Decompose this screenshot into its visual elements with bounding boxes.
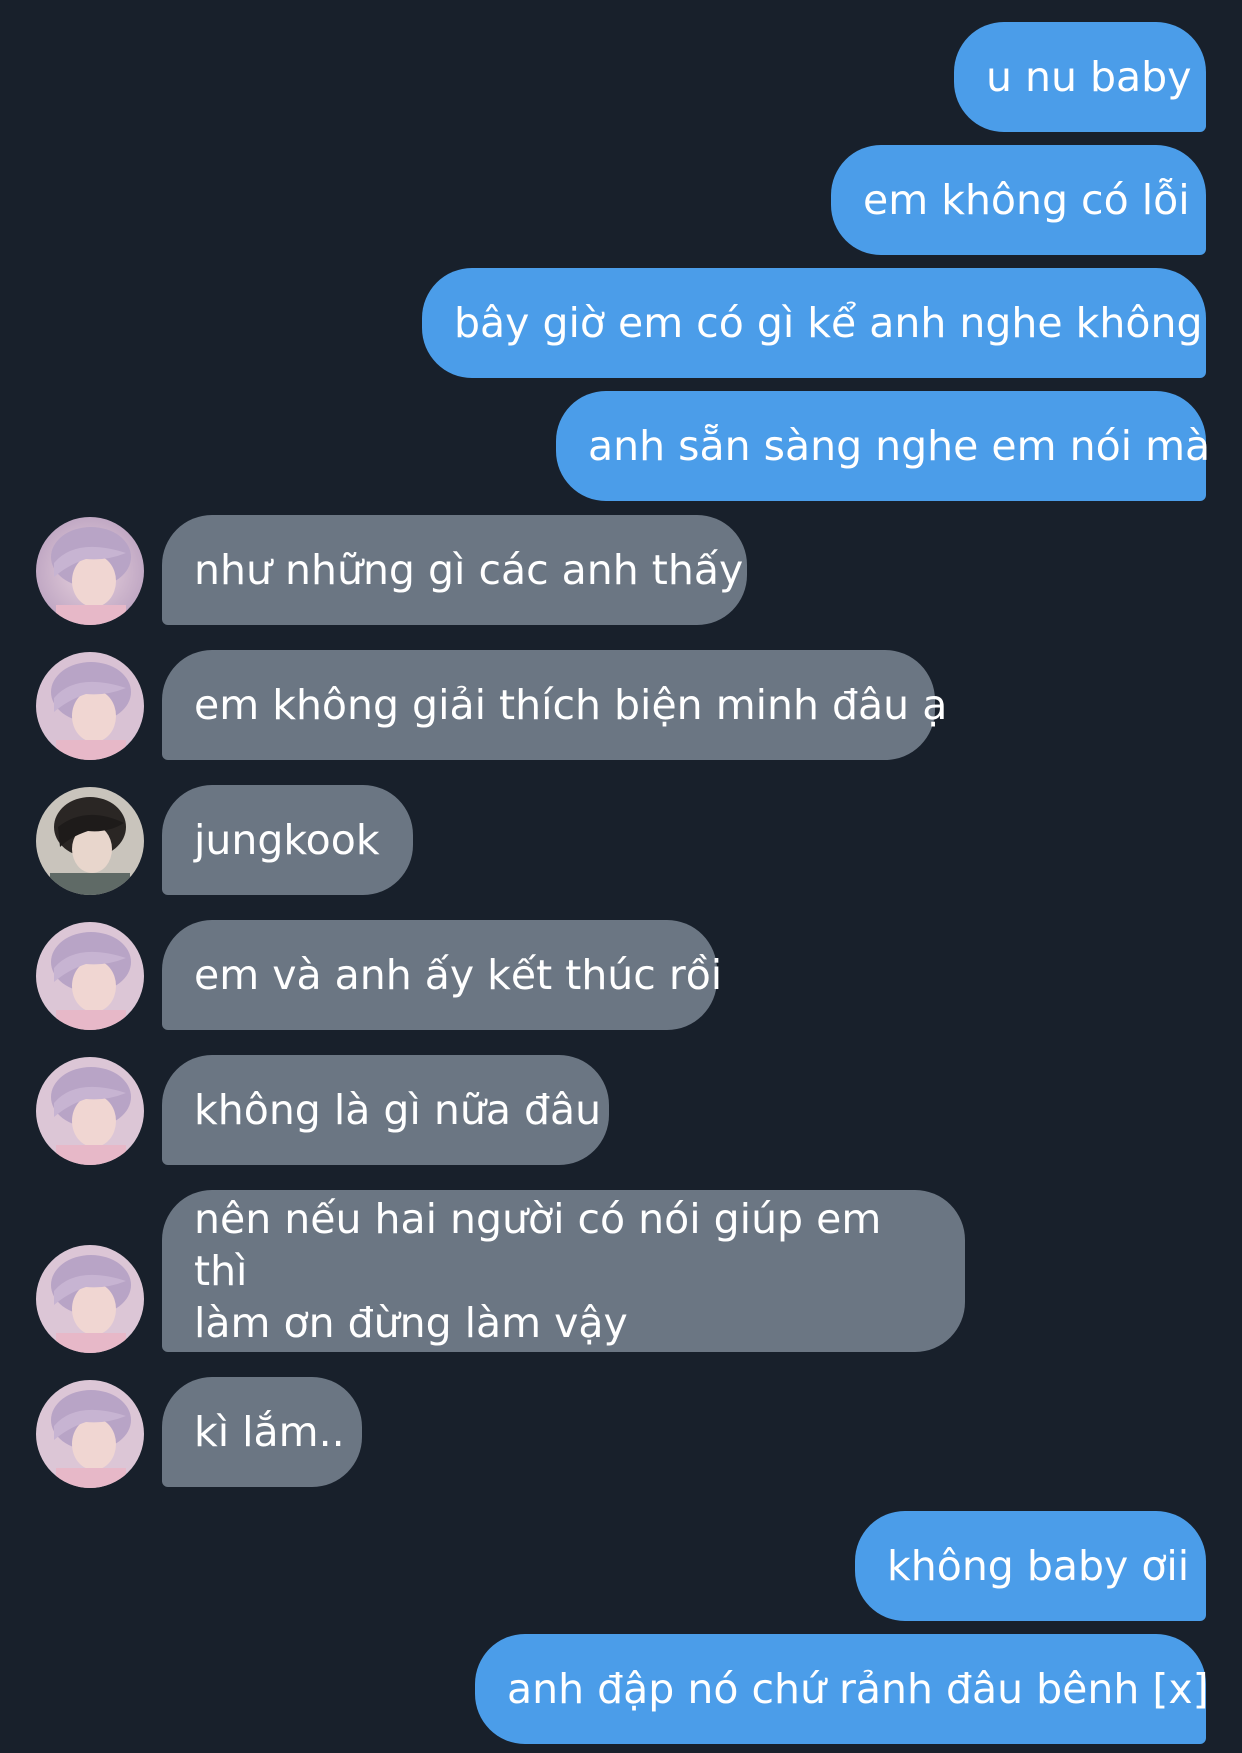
pink-hair-avatar[interactable] <box>36 922 144 1030</box>
incoming-message-bubble[interactable]: nên nếu hai người có nói giúp em thì làm… <box>162 1190 965 1352</box>
outgoing-message-bubble[interactable]: anh sẵn sàng nghe em nói mà <box>556 391 1210 501</box>
outgoing-message-bubble[interactable]: u nu baby <box>954 22 1206 132</box>
message-text: anh sẵn sàng nghe em nói mà <box>588 422 1211 470</box>
incoming-message-bubble[interactable]: kì lắm.. <box>162 1377 362 1487</box>
message-text: như những gì các anh thấy <box>194 546 744 594</box>
outgoing-message-bubble[interactable]: bây giờ em có gì kể anh nghe không <box>422 268 1206 378</box>
message-text: không baby ơii <box>887 1542 1190 1590</box>
chat-thread: u nu baby em không có lỗi bây giờ em có … <box>0 0 1242 1753</box>
pink-hair-avatar[interactable] <box>36 1245 144 1353</box>
message-text: bây giờ em có gì kể anh nghe không <box>454 299 1203 347</box>
message-text-line: nên nếu hai người có nói giúp em thì <box>194 1195 882 1295</box>
incoming-message-bubble[interactable]: jungkook <box>162 785 413 895</box>
outgoing-message-bubble[interactable]: em không có lỗi <box>831 145 1206 255</box>
message-text: em và anh ấy kết thúc rồi <box>194 951 723 999</box>
pink-hair-avatar[interactable] <box>36 517 144 625</box>
pink-hair-avatar[interactable] <box>36 652 144 760</box>
message-text: không là gì nữa đâu <box>194 1086 602 1134</box>
incoming-message-bubble[interactable]: em không giải thích biện minh đâu ạ <box>162 650 947 760</box>
outgoing-message-bubble[interactable]: không baby ơii <box>855 1511 1206 1621</box>
incoming-message-bubble[interactable]: như những gì các anh thấy <box>162 515 747 625</box>
message-text: jungkook <box>194 816 380 864</box>
message-text-line: làm ơn đừng làm vậy <box>194 1299 628 1347</box>
outgoing-message-bubble[interactable]: anh đập nó chứ rảnh đâu bênh [x] <box>475 1634 1209 1744</box>
pink-hair-avatar[interactable] <box>36 1380 144 1488</box>
dark-hair-avatar[interactable] <box>36 787 144 895</box>
message-text: nên nếu hai người có nói giúp em thì làm… <box>194 1193 933 1349</box>
incoming-message-bubble[interactable]: không là gì nữa đâu <box>162 1055 609 1165</box>
message-text: kì lắm.. <box>194 1408 345 1456</box>
message-text: u nu baby <box>986 53 1192 101</box>
message-text: em không giải thích biện minh đâu ạ <box>194 681 948 729</box>
incoming-message-bubble[interactable]: em và anh ấy kết thúc rồi <box>162 920 722 1030</box>
pink-hair-avatar[interactable] <box>36 1057 144 1165</box>
message-text: em không có lỗi <box>863 176 1190 224</box>
message-text: anh đập nó chứ rảnh đâu bênh [x] <box>507 1665 1209 1713</box>
